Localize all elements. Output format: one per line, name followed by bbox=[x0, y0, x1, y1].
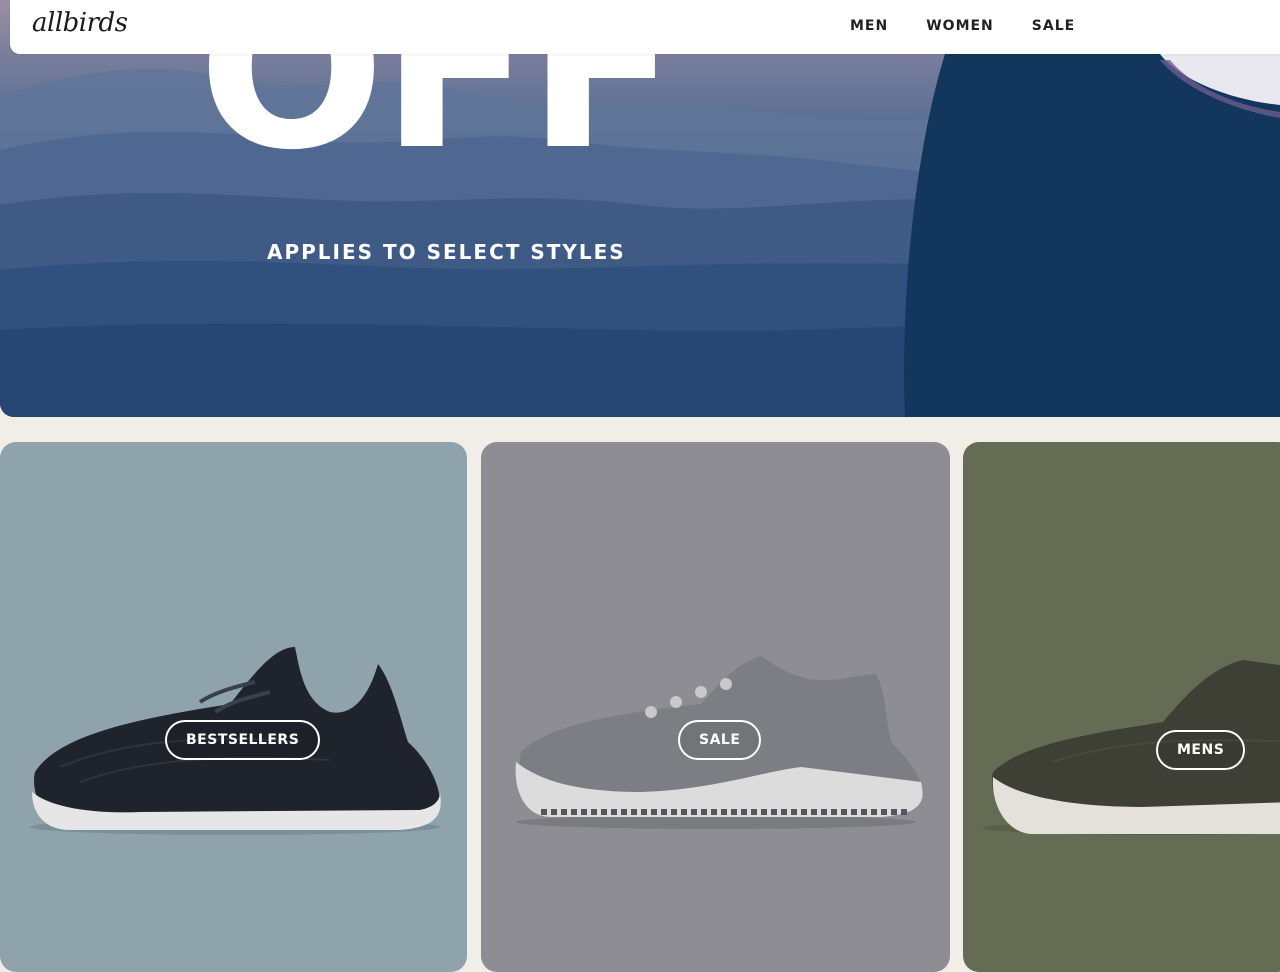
black-runner-shoe-image bbox=[30, 647, 441, 835]
gray-runner-shoe-image bbox=[515, 656, 923, 829]
category-card-bestsellers[interactable]: BESTSELLERS bbox=[0, 442, 467, 972]
category-card-sale[interactable]: SALE bbox=[481, 442, 950, 972]
nav-sale-link[interactable]: SALE bbox=[1032, 18, 1075, 34]
bestsellers-button[interactable]: BESTSELLERS bbox=[165, 720, 321, 760]
hero-banner[interactable]: OFF APPLIES TO SELECT STYLES bbox=[0, 0, 1280, 417]
mens-button[interactable]: MENS bbox=[1156, 730, 1246, 770]
nav-men-link[interactable]: MEN bbox=[850, 18, 888, 34]
main-nav: MEN WOMEN SALE bbox=[850, 18, 1075, 34]
nav-women-link[interactable]: WOMEN bbox=[926, 18, 994, 34]
allbirds-logo[interactable]: allbirds bbox=[32, 8, 128, 38]
olive-runner-shoe-image bbox=[983, 660, 1280, 835]
category-card-mens[interactable]: MENS bbox=[963, 442, 1280, 972]
sale-button[interactable]: SALE bbox=[678, 720, 762, 760]
site-header: allbirds MEN WOMEN SALE bbox=[10, 0, 1280, 54]
hero-subtitle: APPLIES TO SELECT STYLES bbox=[267, 240, 626, 264]
